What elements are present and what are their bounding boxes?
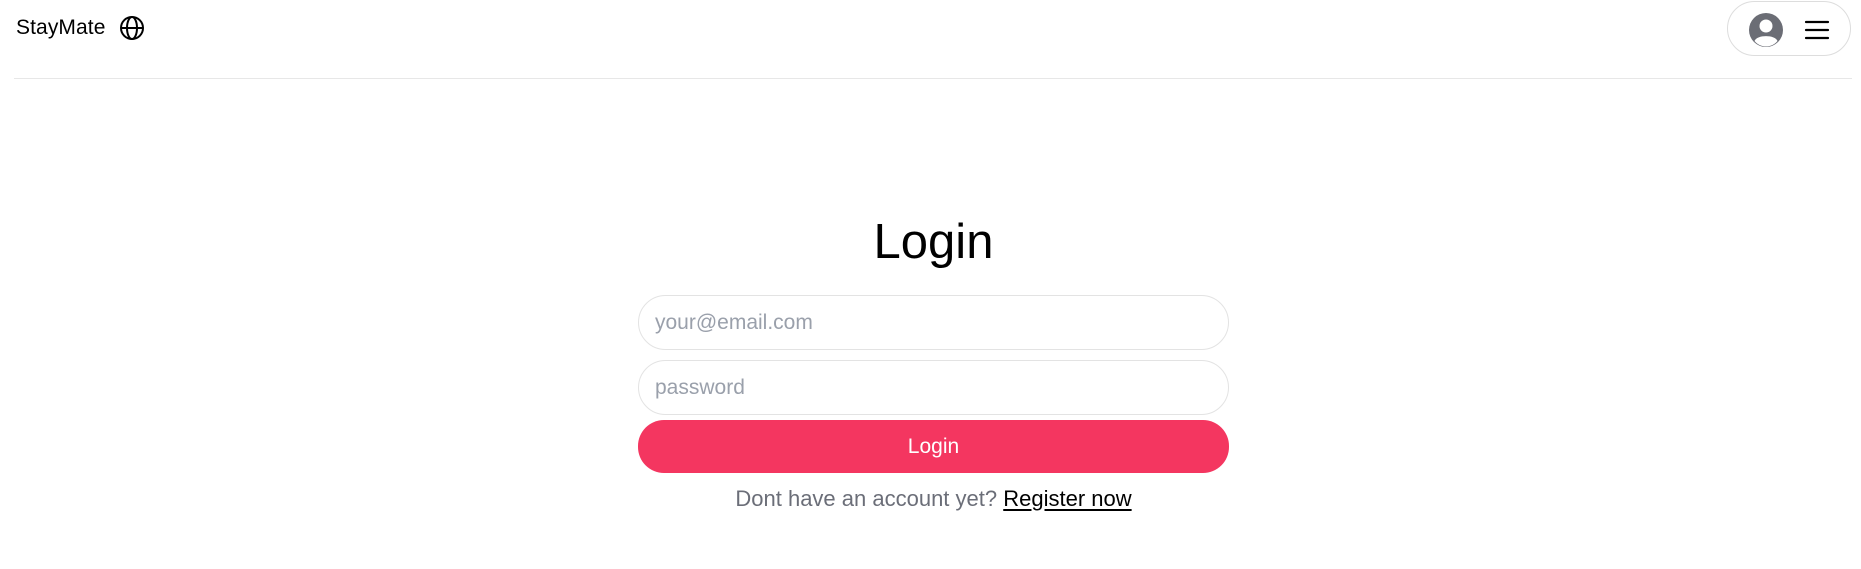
header-divider <box>14 78 1852 79</box>
top-navbar: StayMate <box>0 0 1861 80</box>
brand-logo-link[interactable]: StayMate <box>16 14 146 42</box>
login-page: StayMate Login your@email.com Login Dont… <box>0 0 1861 569</box>
password-field[interactable] <box>638 360 1229 415</box>
hamburger-menu-icon <box>1804 19 1830 41</box>
login-title: Login <box>873 215 994 269</box>
register-prompt-text: Dont have an account yet? <box>735 486 998 511</box>
register-prompt: Dont have an account yet? Register now <box>638 484 1229 514</box>
user-menu-button[interactable] <box>1727 1 1851 56</box>
email-field[interactable] <box>638 295 1229 350</box>
login-button[interactable]: Login <box>638 420 1229 473</box>
globe-icon <box>118 14 146 42</box>
user-avatar-icon <box>1748 12 1784 48</box>
register-now-link[interactable]: Register now <box>1003 486 1131 511</box>
brand-name: StayMate <box>16 16 106 39</box>
